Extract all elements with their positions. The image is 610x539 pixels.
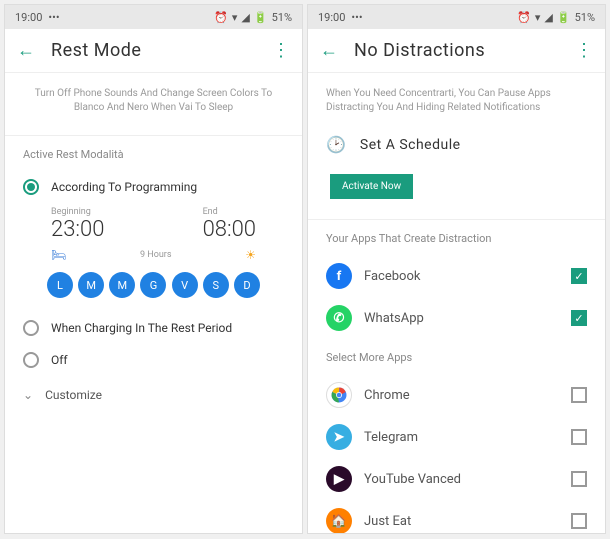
status-time: 19:00 <box>15 11 42 24</box>
day-g[interactable]: G <box>140 272 166 298</box>
day-d[interactable]: D <box>234 272 260 298</box>
time-begin-value: 23:00 <box>51 217 104 242</box>
battery-pct: 51% <box>272 11 292 24</box>
status-time: 19:00 <box>318 11 345 24</box>
page-title: No Distractions <box>354 40 559 61</box>
section-more-label: Select More Apps <box>326 351 587 364</box>
day-m1[interactable]: M <box>78 272 104 298</box>
clock-icon: 🕑 <box>326 135 346 154</box>
content: When You Need Concentrarti, You Can Paus… <box>308 73 605 533</box>
radio-programming[interactable]: According To Programming <box>23 171 284 203</box>
day-m2[interactable]: M <box>109 272 135 298</box>
divider <box>5 135 302 136</box>
wifi-icon: ▾ <box>535 11 541 24</box>
section-distracting-label: Your Apps That Create Distraction <box>326 232 587 245</box>
checkbox[interactable] <box>571 471 587 487</box>
app-name: WhatsApp <box>364 311 559 326</box>
time-row: Beginning 23:00 End 08:00 <box>23 207 284 242</box>
signal-icon: ◢ <box>544 11 552 24</box>
chrome-icon <box>326 382 352 408</box>
status-bar: 19:00 ••• ⏰ ▾ ◢ 🔋 51% <box>308 5 605 29</box>
day-s[interactable]: S <box>203 272 229 298</box>
checkbox[interactable] <box>571 387 587 403</box>
day-chips: L M M G V S D <box>23 272 284 298</box>
time-end-label: End <box>203 207 256 217</box>
signal-icon: ◢ <box>241 11 249 24</box>
status-dots-icon: ••• <box>351 11 362 24</box>
set-schedule-row[interactable]: 🕑 Set A Schedule <box>326 135 587 154</box>
whatsapp-icon: ✆ <box>326 305 352 331</box>
status-bar: 19:00 ••• ⏰ ▾ ◢ 🔋 51% <box>5 5 302 29</box>
radio-icon <box>23 352 39 368</box>
app-bar: ← Rest Mode ⋮ <box>5 29 302 73</box>
sun-icon: ☀ <box>245 248 256 262</box>
bed-icon: 🛏 <box>51 248 66 262</box>
just-eat-icon: 🏠 <box>326 508 352 533</box>
page-title: Rest Mode <box>51 40 256 61</box>
duration-row: 🛏 9 Hours ☀ <box>23 242 284 272</box>
customize-label: Customize <box>45 388 102 402</box>
description: When You Need Concentrarti, You Can Paus… <box>326 87 587 115</box>
more-menu-button[interactable]: ⋮ <box>272 40 290 61</box>
alarm-icon: ⏰ <box>214 11 228 24</box>
more-menu-button[interactable]: ⋮ <box>575 40 593 61</box>
app-row-chrome[interactable]: Chrome <box>326 374 587 416</box>
day-v[interactable]: V <box>172 272 198 298</box>
time-end-value: 08:00 <box>203 217 256 242</box>
app-row-facebook[interactable]: f Facebook ✓ <box>326 255 587 297</box>
status-dots-icon: ••• <box>48 11 59 24</box>
time-begin[interactable]: Beginning 23:00 <box>51 207 104 242</box>
back-button[interactable]: ← <box>320 40 338 61</box>
app-row-telegram[interactable]: ➤ Telegram <box>326 416 587 458</box>
chevron-down-icon: ⌄ <box>23 388 33 402</box>
alarm-icon: ⏰ <box>517 11 531 24</box>
customize-row[interactable]: ⌄ Customize <box>23 376 284 414</box>
radio-label: According To Programming <box>51 180 197 194</box>
radio-charging[interactable]: When Charging In The Rest Period <box>23 312 284 344</box>
description: Turn Off Phone Sounds And Change Screen … <box>23 87 284 115</box>
facebook-icon: f <box>326 263 352 289</box>
checkbox[interactable] <box>571 429 587 445</box>
youtube-vanced-icon: ▶ <box>326 466 352 492</box>
checkbox[interactable] <box>571 513 587 529</box>
checkbox[interactable]: ✓ <box>571 268 587 284</box>
no-distractions-screen: 19:00 ••• ⏰ ▾ ◢ 🔋 51% ← No Distractions … <box>307 4 606 534</box>
app-row-justeat[interactable]: 🏠 Just Eat <box>326 500 587 533</box>
back-button[interactable]: ← <box>17 40 35 61</box>
content: Turn Off Phone Sounds And Change Screen … <box>5 73 302 533</box>
wifi-icon: ▾ <box>232 11 238 24</box>
time-begin-label: Beginning <box>51 207 104 217</box>
app-name: YouTube Vanced <box>364 472 559 487</box>
radio-icon <box>23 320 39 336</box>
app-name: Chrome <box>364 388 559 403</box>
app-row-youtube[interactable]: ▶ YouTube Vanced <box>326 458 587 500</box>
duration-text: 9 Hours <box>140 250 172 260</box>
battery-pct: 51% <box>575 11 595 24</box>
battery-icon: 🔋 <box>254 11 268 24</box>
time-end[interactable]: End 08:00 <box>203 207 256 242</box>
radio-label: When Charging In The Rest Period <box>51 321 232 335</box>
app-name: Telegram <box>364 430 559 445</box>
rest-mode-screen: 19:00 ••• ⏰ ▾ ◢ 🔋 51% ← Rest Mode ⋮ Turn… <box>4 4 303 534</box>
app-row-whatsapp[interactable]: ✆ WhatsApp ✓ <box>326 297 587 339</box>
app-name: Facebook <box>364 269 559 284</box>
app-bar: ← No Distractions ⋮ <box>308 29 605 73</box>
radio-off[interactable]: Off <box>23 344 284 376</box>
day-l[interactable]: L <box>47 272 73 298</box>
radio-icon <box>23 179 39 195</box>
divider <box>308 219 605 220</box>
set-schedule-label: Set A Schedule <box>360 137 461 153</box>
activate-now-button[interactable]: Activate Now <box>330 174 413 199</box>
app-name: Just Eat <box>364 514 559 529</box>
battery-icon: 🔋 <box>557 11 571 24</box>
radio-label: Off <box>51 353 68 367</box>
section-active-label: Active Rest Modalità <box>23 148 284 161</box>
checkbox[interactable]: ✓ <box>571 310 587 326</box>
telegram-icon: ➤ <box>326 424 352 450</box>
